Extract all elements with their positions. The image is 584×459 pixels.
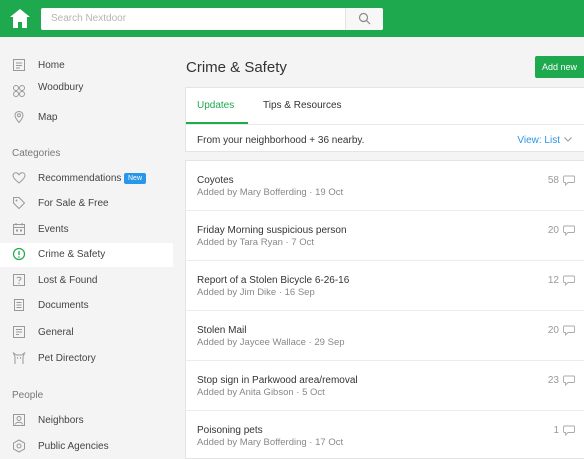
sidebar-item-for-sale-free[interactable]: For Sale & Free xyxy=(0,192,173,216)
categories-heading: Categories xyxy=(12,148,61,159)
sidebar-item-general[interactable]: General xyxy=(0,321,173,345)
search-icon xyxy=(358,12,371,25)
calendar-icon xyxy=(13,223,25,235)
sidebar-item-label: Crime & Safety xyxy=(38,249,106,260)
sidebar-item-label: Pet Directory xyxy=(38,353,96,364)
list-item[interactable]: Poisoning pets Added by Mary Bofferding … xyxy=(186,411,584,459)
comment-icon[interactable] xyxy=(563,275,575,286)
heart-icon xyxy=(12,172,26,184)
document-icon xyxy=(14,299,24,311)
search-button[interactable] xyxy=(345,8,383,30)
sidebar-item-pet-directory[interactable]: Pet Directory xyxy=(0,347,173,371)
post-meta: Added by Jim Dike · 16 Sep xyxy=(197,287,315,298)
reply-count: 12 xyxy=(547,275,559,286)
sidebar-item-label: Documents xyxy=(38,300,89,311)
tab-tips-resources[interactable]: Tips & Resources xyxy=(263,100,342,111)
post-title[interactable]: Coyotes xyxy=(197,175,234,186)
sidebar-item-label: Lost & Found xyxy=(38,275,98,286)
tag-icon xyxy=(13,197,26,210)
list-item[interactable]: Friday Morning suspicious person Added b… xyxy=(186,211,584,261)
chevron-down-icon xyxy=(564,137,572,142)
map-pin-icon xyxy=(14,110,24,124)
question-icon xyxy=(13,274,25,286)
sidebar-item-label: Map xyxy=(38,112,58,123)
sidebar-item-crime-safety[interactable]: Crime & Safety xyxy=(0,243,173,267)
sidebar-item-label: For Sale & Free xyxy=(38,198,109,209)
sidebar-item-recommendations[interactable]: Recommendations New xyxy=(0,167,173,191)
sidebar-item-woodbury[interactable]: Woodbury xyxy=(0,80,173,104)
comment-icon[interactable] xyxy=(563,225,575,236)
view-label: View: List xyxy=(517,135,560,146)
reply-count: 23 xyxy=(547,375,559,386)
sidebar-item-home[interactable]: Home xyxy=(0,54,173,78)
post-meta: Added by Anita Gibson · 5 Oct xyxy=(197,387,325,398)
post-title[interactable]: Report of a Stolen Bicycle 6-26-16 xyxy=(197,275,349,286)
sidebar-item-neighbors[interactable]: Neighbors xyxy=(0,409,173,433)
search-input[interactable]: Search Nextdoor xyxy=(41,8,383,30)
sidebar-item-label: Recommendations xyxy=(38,173,122,184)
list-item[interactable]: Stop sign in Parkwood area/removal Added… xyxy=(186,361,584,411)
sidebar-item-lost-found[interactable]: Lost & Found xyxy=(0,269,173,293)
sidebar-item-label: Events xyxy=(38,224,69,235)
neighborhood-icon xyxy=(13,85,25,97)
reply-count: 58 xyxy=(547,175,559,186)
post-meta: Added by Tara Ryan · 7 Oct xyxy=(197,237,315,248)
view-selector[interactable]: View: List xyxy=(517,135,572,146)
post-meta: Added by Mary Bofferding · 19 Oct xyxy=(197,187,344,198)
new-badge: New xyxy=(124,173,147,184)
people-heading: People xyxy=(12,390,44,401)
comment-icon[interactable] xyxy=(563,175,575,186)
reply-count: 20 xyxy=(547,325,559,336)
reply-count: 1 xyxy=(553,425,559,436)
post-title[interactable]: Stop sign in Parkwood area/removal xyxy=(197,375,358,386)
comment-icon[interactable] xyxy=(563,375,575,386)
post-list: Coyotes Added by Mary Bofferding · 19 Oc… xyxy=(185,160,584,459)
nextdoor-logo-icon[interactable] xyxy=(10,9,30,28)
comment-icon[interactable] xyxy=(563,425,575,436)
post-title[interactable]: Friday Morning suspicious person xyxy=(197,225,347,236)
general-icon xyxy=(13,326,25,338)
agency-icon xyxy=(13,439,25,453)
alert-icon xyxy=(12,247,26,261)
list-item[interactable]: Report of a Stolen Bicycle 6-26-16 Added… xyxy=(186,261,584,311)
post-meta: Added by Mary Bofferding · 17 Oct xyxy=(197,437,344,448)
pet-icon xyxy=(12,351,26,364)
search-placeholder: Search Nextdoor xyxy=(51,13,127,24)
tab-updates[interactable]: Updates xyxy=(197,100,234,111)
top-bar: Search Nextdoor xyxy=(0,0,584,37)
post-title[interactable]: Stolen Mail xyxy=(197,325,246,336)
post-meta: Added by Jaycee Wallace · 29 Sep xyxy=(197,337,345,348)
sidebar-item-label: Public Agencies xyxy=(38,441,109,452)
sidebar-item-public-agencies[interactable]: Public Agencies xyxy=(0,435,173,459)
neighborhood-filter-text: From your neighborhood + 36 nearby. xyxy=(197,135,365,146)
sidebar-item-label: Neighbors xyxy=(38,415,84,426)
sidebar: Home Woodbury Map Categories Recommendat… xyxy=(0,37,173,459)
page-title: Crime & Safety xyxy=(186,59,287,76)
comment-icon[interactable] xyxy=(563,325,575,336)
neighbors-icon xyxy=(13,414,25,426)
sidebar-item-events[interactable]: Events xyxy=(0,218,173,242)
sidebar-item-label: General xyxy=(38,327,74,338)
reply-count: 20 xyxy=(547,225,559,236)
divider xyxy=(186,124,584,125)
feed-tabs-card: Updates Tips & Resources From your neigh… xyxy=(185,87,584,152)
sidebar-item-map[interactable]: Map xyxy=(0,106,173,130)
add-new-button[interactable]: Add new xyxy=(535,56,584,78)
list-item[interactable]: Coyotes Added by Mary Bofferding · 19 Oc… xyxy=(186,161,584,211)
list-item[interactable]: Stolen Mail Added by Jaycee Wallace · 29… xyxy=(186,311,584,361)
sidebar-item-documents[interactable]: Documents xyxy=(0,294,173,318)
sidebar-item-label: Woodbury xyxy=(38,82,84,93)
sidebar-item-label: Home xyxy=(38,60,65,71)
home-icon xyxy=(13,59,25,71)
post-title[interactable]: Poisoning pets xyxy=(197,425,263,436)
